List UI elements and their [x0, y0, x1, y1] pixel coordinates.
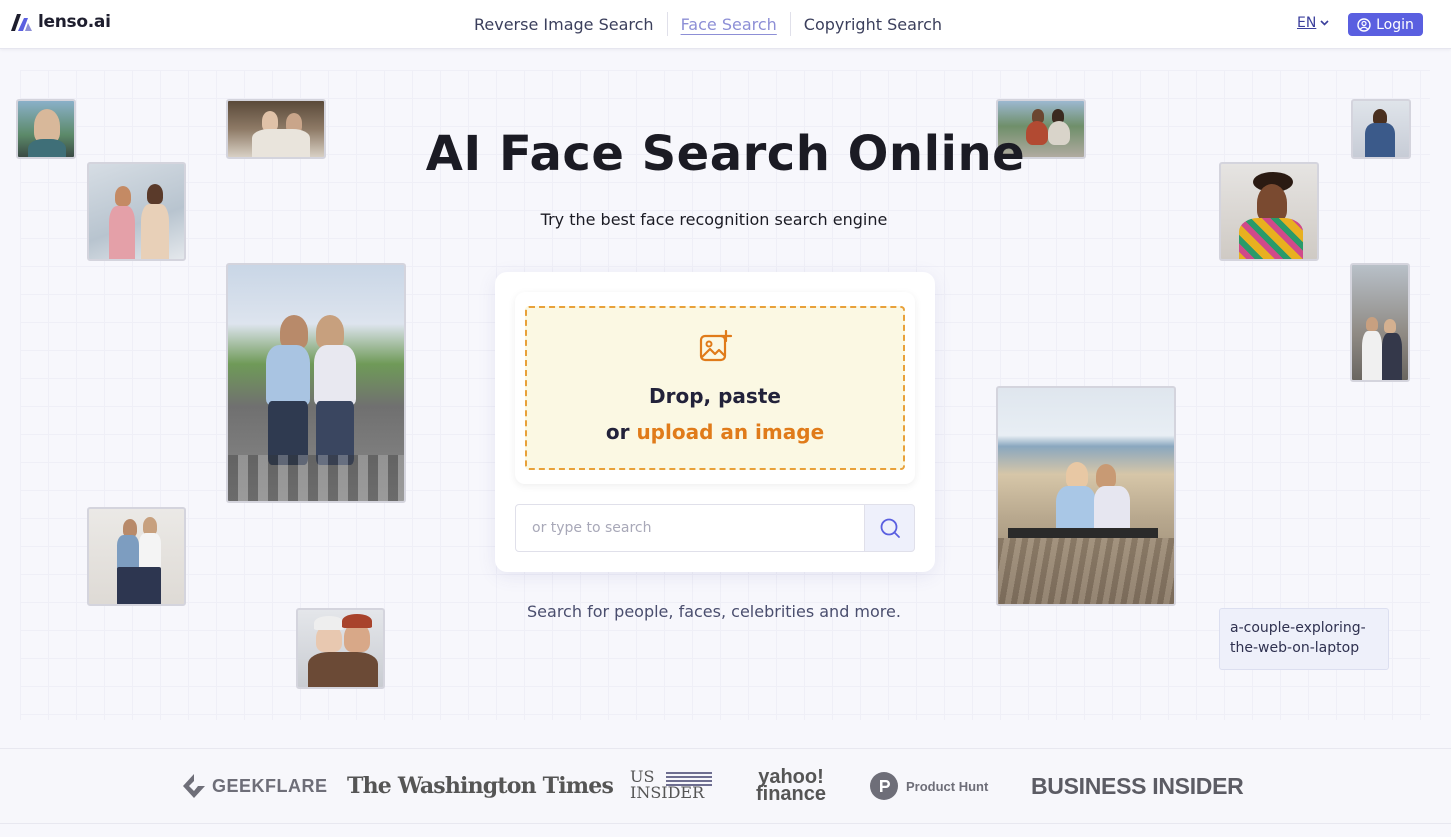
language-label: EN	[1297, 15, 1317, 31]
product-hunt-logo: Product Hunt	[870, 749, 988, 823]
dropzone-upload-line: or upload an image	[527, 420, 903, 444]
search-input[interactable]	[515, 504, 865, 552]
yahoo-finance-text: yahoo! finance	[755, 766, 827, 805]
business-insider-text: BUSINESS INSIDER	[1031, 772, 1244, 799]
washington-times-text: The Washington Times	[347, 773, 614, 799]
dropzone-container: Drop, paste or upload an image	[515, 292, 915, 484]
yahoo-finance-logo: yahoo! finance	[752, 749, 830, 823]
brand-name: lenso.ai	[38, 12, 111, 32]
example-photo[interactable]	[1350, 263, 1410, 382]
geekflare-mark-icon	[183, 774, 205, 798]
user-circle-icon	[1357, 17, 1371, 32]
dropzone-or: or	[605, 420, 630, 444]
geekflare-text: GEEKFLARE	[212, 775, 328, 796]
search-card: Drop, paste or upload an image	[495, 272, 935, 572]
login-label: Login	[1376, 16, 1414, 33]
top-header: lenso.ai Reverse Image Search Face Searc…	[0, 0, 1451, 49]
example-photo[interactable]	[226, 263, 406, 503]
chevron-down-icon	[1320, 20, 1329, 26]
login-button[interactable]: Login	[1348, 13, 1423, 36]
nav-copyright-search[interactable]: Copyright Search	[791, 15, 955, 34]
page-subtitle: Try the best face recognition search eng…	[540, 210, 888, 229]
search-icon	[880, 518, 900, 538]
image-dropzone[interactable]: Drop, paste or upload an image	[525, 306, 905, 470]
example-photo[interactable]	[996, 386, 1176, 606]
upload-image-link[interactable]: upload an image	[636, 420, 824, 444]
geekflare-logo: GEEKFLARE	[180, 749, 328, 823]
example-image-caption[interactable]: a-couple-exploring-the-web-on-laptop	[1219, 608, 1389, 670]
lenso-logo-icon	[11, 13, 32, 31]
main-nav: Reverse Image Search Face Search Copyrig…	[461, 0, 955, 48]
search-button[interactable]	[865, 504, 915, 552]
page-title: AI Face Search Online	[425, 126, 1026, 182]
dropzone-label: Drop, paste	[649, 384, 781, 408]
image-add-icon	[699, 330, 733, 362]
search-tagline: Search for people, faces, celebrities an…	[527, 602, 901, 621]
press-logos-bar: GEEKFLARE The Washington Times US INSIDE…	[0, 748, 1451, 824]
us-insider-logo: US INSIDER	[630, 749, 712, 823]
business-insider-logo: BUSINESS INSIDER	[1031, 749, 1244, 823]
brand-logo[interactable]: lenso.ai	[11, 12, 111, 32]
nav-reverse-image-search[interactable]: Reverse Image Search	[461, 15, 667, 34]
washington-times-logo: The Washington Times	[347, 749, 614, 823]
language-selector[interactable]: EN	[1297, 15, 1329, 31]
product-hunt-text: Product Hunt	[906, 778, 989, 794]
example-photo[interactable]	[87, 507, 186, 606]
nav-face-search[interactable]: Face Search	[668, 15, 790, 34]
us-insider-text: US INSIDER	[630, 767, 705, 802]
product-hunt-icon	[870, 772, 898, 800]
